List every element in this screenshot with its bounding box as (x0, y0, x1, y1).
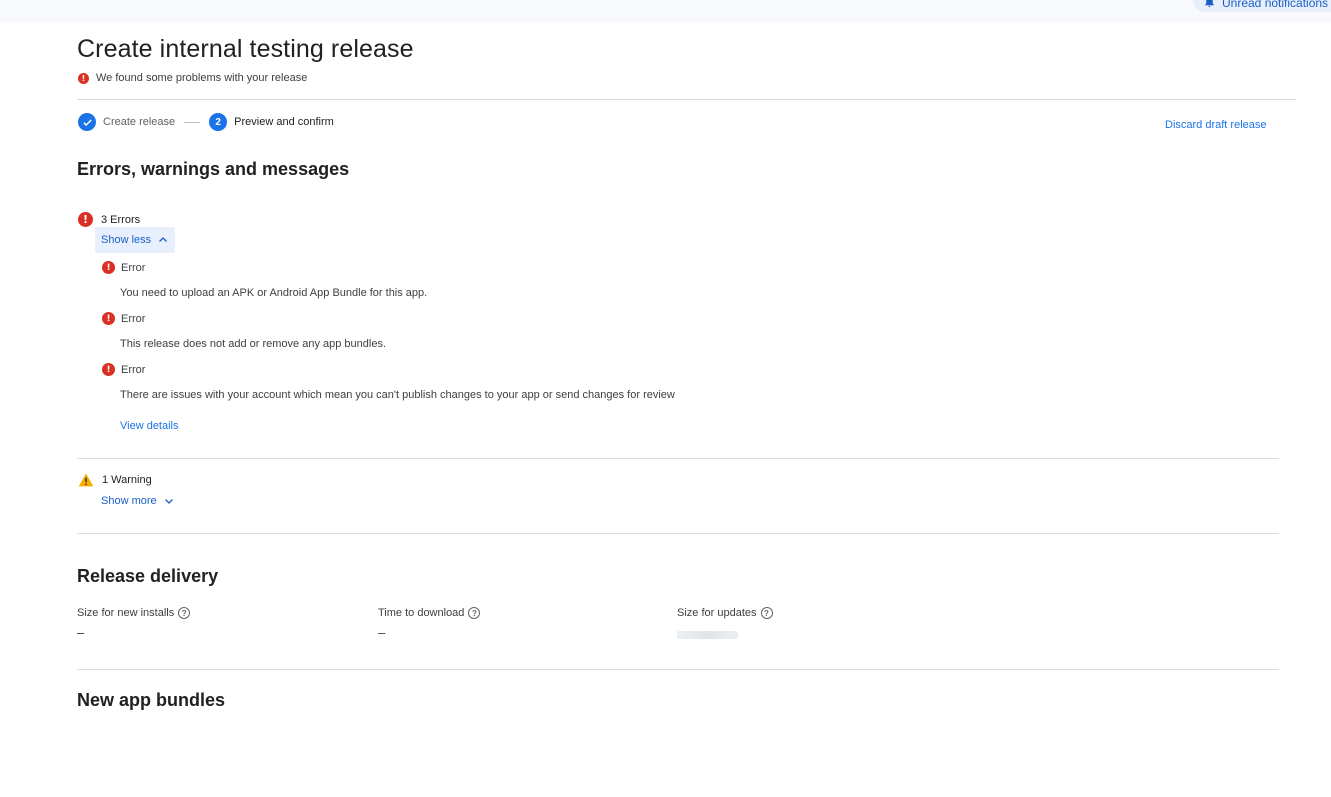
error-title: Error (121, 261, 146, 274)
top-bar: Unread notifications (0, 0, 1331, 22)
error-title: Error (121, 363, 146, 376)
error-item: ! Error (102, 363, 145, 376)
help-icon[interactable]: ? (178, 607, 191, 619)
notifications-button[interactable]: Unread notifications (1193, 0, 1331, 12)
stat-label: Size for updates (677, 607, 757, 619)
error-icon: ! (102, 363, 115, 376)
error-title: Error (121, 312, 146, 325)
error-icon: ! (78, 212, 93, 227)
show-less-button[interactable]: Show less (95, 227, 176, 253)
show-more-label: Show more (101, 495, 157, 507)
errors-count: 3 Errors (101, 213, 141, 226)
check-icon (78, 113, 96, 131)
warnings-summary: 1 Warning (78, 473, 152, 487)
discard-draft-button[interactable]: Discard draft release (1165, 119, 1267, 131)
step-separator (184, 121, 201, 123)
divider (77, 669, 1279, 670)
stat-value: – (378, 625, 386, 640)
loading-placeholder (677, 631, 738, 639)
stat-label: Time to download (378, 607, 465, 619)
stat-size-for-updates: Size for updates ? (677, 607, 773, 619)
show-less-label: Show less (101, 234, 152, 246)
error-description: You need to upload an APK or Android App… (120, 287, 428, 299)
help-icon[interactable]: ? (760, 607, 773, 619)
help-icon[interactable]: ? (468, 607, 481, 619)
new-app-bundles-title: New app bundles (77, 690, 226, 710)
release-delivery-title: Release delivery (77, 566, 219, 586)
error-description: This release does not add or remove any … (120, 338, 386, 350)
divider (77, 99, 1296, 100)
divider (77, 458, 1279, 459)
stat-value: – (77, 625, 85, 640)
warnings-count: 1 Warning (102, 474, 152, 486)
error-icon: ! (102, 261, 115, 274)
error-item: ! Error (102, 261, 145, 274)
bell-icon (1205, 0, 1214, 7)
error-icon: ! (102, 312, 115, 325)
divider (77, 533, 1279, 534)
notifications-label: Unread notifications (1222, 0, 1329, 10)
chevron-up-icon (159, 237, 168, 242)
chevron-down-icon (164, 499, 173, 504)
warning-icon (78, 473, 94, 487)
page-title: Create internal testing release (77, 35, 414, 63)
stat-label: Size for new installs (77, 607, 175, 619)
problem-message-text: We found some problems with your release (96, 72, 308, 84)
problem-message: ! We found some problems with your relea… (78, 72, 307, 84)
release-stepper: Create release 2 Preview and confirm (78, 113, 334, 131)
errors-section-title: Errors, warnings and messages (77, 159, 350, 179)
step-number: 2 (209, 113, 228, 131)
stat-time-to-download: Time to download ? (378, 607, 481, 619)
view-details-link[interactable]: View details (120, 420, 179, 432)
step-create-release[interactable]: Create release (103, 116, 175, 128)
error-icon: ! (78, 72, 89, 84)
errors-summary: ! 3 Errors (78, 212, 140, 227)
stat-size-new-installs: Size for new installs ? (77, 607, 191, 619)
error-item: ! Error (102, 312, 145, 325)
show-more-button[interactable]: Show more (95, 488, 181, 514)
error-description: There are issues with your account which… (120, 389, 675, 401)
step-preview-confirm[interactable]: Preview and confirm (234, 116, 334, 128)
